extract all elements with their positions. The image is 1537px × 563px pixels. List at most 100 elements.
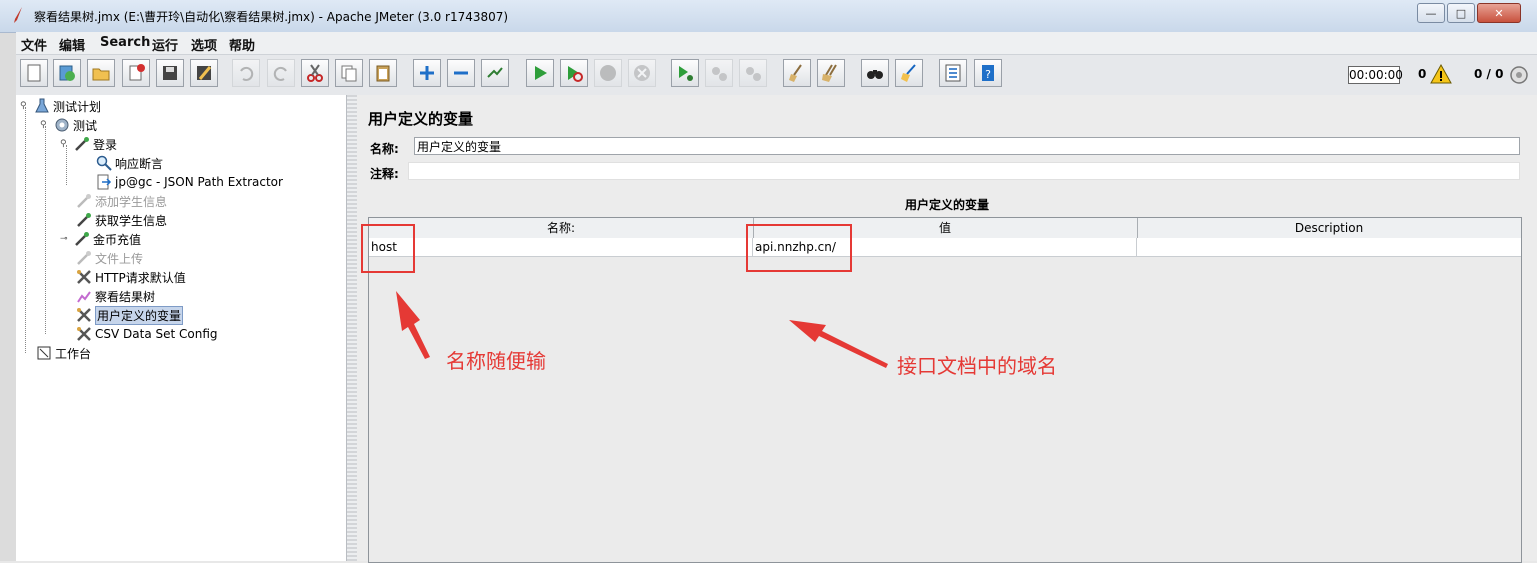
elapsed-timer: 00:00:00: [1348, 66, 1403, 84]
svg-text:?: ?: [985, 68, 991, 81]
toggle-button[interactable]: [481, 59, 509, 87]
left-window-edge: [0, 0, 16, 561]
comment-field[interactable]: [408, 162, 1520, 180]
window-title: 察看结果树.jmx (E:\曹开玲\自动化\察看结果树.jmx) - Apach…: [34, 10, 509, 24]
save-as-button[interactable]: [190, 59, 218, 87]
test-plan-tree: ⚲ 测试计划 ⚲ 测试 ⚲ 登录 响应断言 jp@gc - JSON Path …: [16, 95, 347, 561]
panel-title: 用户定义的变量: [368, 110, 474, 128]
table-row[interactable]: host api.nnzhp.cn/: [369, 238, 1521, 257]
extractor-icon: [97, 174, 112, 190]
split-pane-divider[interactable]: [347, 95, 357, 561]
save-icon: [163, 66, 177, 80]
start-no-timers-button[interactable]: [560, 59, 588, 87]
clear-all-button[interactable]: [817, 59, 845, 87]
broom-icon: [789, 64, 802, 82]
tree-item-coin-recharge[interactable]: ⊸ 金币充值: [60, 230, 141, 248]
annotation-box-name: [361, 224, 415, 273]
annotation-box-value: [746, 224, 852, 272]
toolbar: ? 00:00:00 0 0 / 0: [16, 55, 1537, 96]
tree-item-label: jp@gc - JSON Path Extractor: [115, 175, 283, 189]
search-button[interactable]: [861, 59, 889, 87]
remote-stop-button[interactable]: [705, 59, 733, 87]
shutdown-button[interactable]: [628, 59, 656, 87]
new-button[interactable]: [20, 59, 48, 87]
wrench-icon: [77, 327, 91, 341]
templates-icon: [59, 65, 75, 81]
name-row: 名称: 用户定义的变量: [368, 136, 1520, 158]
tree-item-label: 文件上传: [95, 251, 144, 266]
function-helper-button[interactable]: [939, 59, 967, 87]
close-button[interactable]: ✕: [1477, 3, 1521, 23]
save-button[interactable]: [156, 59, 184, 87]
help-button[interactable]: ?: [974, 59, 1002, 87]
cell-description[interactable]: [1137, 238, 1521, 256]
wrench-icon: [77, 270, 91, 284]
tree-item-add-student[interactable]: 添加学生信息: [76, 192, 167, 210]
templates-button[interactable]: [53, 59, 81, 87]
plus-icon: [420, 66, 434, 80]
save-as-icon: [197, 66, 212, 80]
active-threads-icon: [1510, 66, 1528, 84]
undo-icon: [240, 66, 254, 81]
tree-connector: [45, 126, 46, 334]
tree-item-file-upload[interactable]: 文件上传: [76, 249, 143, 267]
maximize-button[interactable]: □: [1447, 3, 1475, 23]
sampler-icon: [77, 213, 91, 227]
copy-button[interactable]: [335, 59, 363, 87]
paste-icon: [376, 65, 390, 82]
tree-item-thread-group[interactable]: ⚲ 测试: [40, 116, 97, 134]
menu-options[interactable]: 选项: [191, 35, 217, 54]
tree-item-csv-config[interactable]: CSV Data Set Config: [76, 325, 218, 343]
thread-count: 0 / 0: [1474, 67, 1504, 81]
menu-help[interactable]: 帮助: [229, 35, 255, 54]
remote-start-button[interactable]: [671, 59, 699, 87]
title-bar: 察看结果树.jmx (E:\曹开玲\自动化\察看结果树.jmx) - Apach…: [0, 0, 1537, 33]
tree-item-test-plan[interactable]: ⚲ 测试计划: [20, 97, 101, 115]
tree-item-response-assertion[interactable]: 响应断言: [96, 154, 163, 172]
column-header-name[interactable]: 名称:: [369, 218, 754, 238]
magnifier-icon: [96, 155, 112, 171]
start-button[interactable]: [526, 59, 554, 87]
redo-button[interactable]: [267, 59, 295, 87]
warning-icon[interactable]: [1430, 64, 1452, 84]
table-title: 用户定义的变量: [904, 198, 989, 212]
remote-shutdown-button[interactable]: [739, 59, 767, 87]
list-icon: [945, 64, 961, 82]
stop-button[interactable]: [594, 59, 622, 87]
sampler-icon: [75, 137, 89, 151]
annotation-left-text: 名称随便输: [446, 349, 546, 373]
reset-search-button[interactable]: [895, 59, 923, 87]
variables-table: 名称: 值 Description host api.nnzhp.cn/: [368, 217, 1522, 563]
name-field[interactable]: 用户定义的变量: [414, 137, 1520, 155]
column-header-description[interactable]: Description: [1137, 218, 1521, 238]
flask-icon: [35, 98, 49, 113]
scissors-icon: [307, 64, 323, 82]
tree-item-label: 金币充值: [93, 232, 142, 247]
tree-item-user-variables[interactable]: 用户定义的变量: [76, 305, 184, 325]
menu-search[interactable]: Search: [100, 35, 150, 50]
menu-file[interactable]: 文件: [21, 35, 47, 54]
gear-icon: [55, 118, 69, 132]
clear-button[interactable]: [783, 59, 811, 87]
tree-item-label: 察看结果树: [95, 289, 156, 304]
close-file-button[interactable]: [122, 59, 150, 87]
cell-name[interactable]: host: [369, 238, 753, 256]
undo-button[interactable]: [232, 59, 260, 87]
expand-all-button[interactable]: [413, 59, 441, 87]
menu-run[interactable]: 运行: [152, 35, 178, 54]
remote-start-icon: [679, 66, 693, 81]
tree-item-http-defaults[interactable]: HTTP请求默认值: [76, 268, 186, 286]
collapse-all-button[interactable]: [447, 59, 475, 87]
tree-item-get-student[interactable]: 获取学生信息: [76, 211, 167, 229]
shutdown-icon: [634, 65, 650, 81]
tree-item-results-tree[interactable]: 察看结果树: [76, 287, 155, 305]
tree-item-workbench[interactable]: 工作台: [36, 344, 91, 362]
paste-button[interactable]: [369, 59, 397, 87]
minimize-button[interactable]: —: [1417, 3, 1445, 23]
tree-item-login[interactable]: ⚲ 登录: [60, 135, 117, 153]
cut-button[interactable]: [301, 59, 329, 87]
tree-item-json-extractor[interactable]: jp@gc - JSON Path Extractor: [96, 173, 283, 191]
menu-edit[interactable]: 编辑: [59, 35, 85, 54]
open-button[interactable]: [87, 59, 115, 87]
sampler-icon: [75, 232, 89, 246]
